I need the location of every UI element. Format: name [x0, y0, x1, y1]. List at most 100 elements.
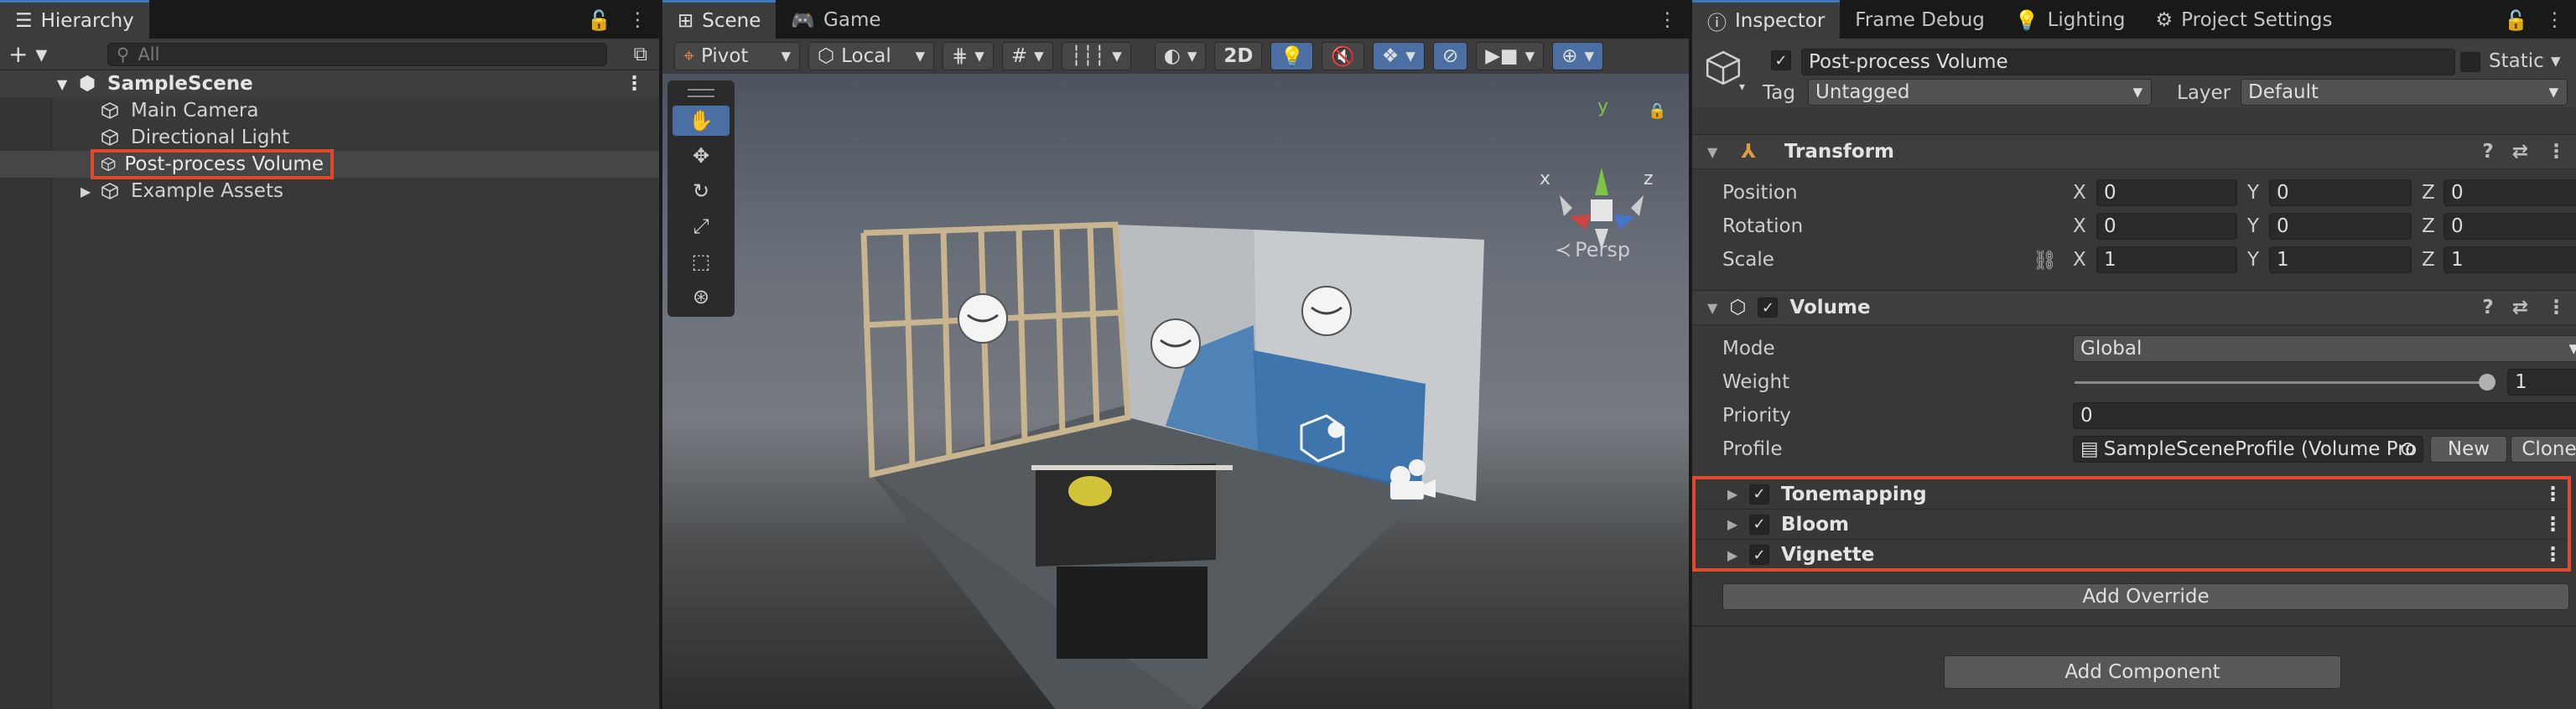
weight-slider-track[interactable] [2075, 381, 2489, 384]
more-menu-icon[interactable]: ⋮ [1658, 9, 1677, 31]
weight-slider-handle[interactable] [2479, 374, 2496, 391]
collapse-arrow-icon[interactable]: ▼ [57, 76, 67, 92]
tab-scene[interactable]: ⊞ Scene [662, 0, 776, 39]
hierarchy-toolbar: + ▾ ⚲ All ⧉ [0, 39, 659, 70]
add-override-button[interactable]: Add Override [1722, 583, 2569, 610]
add-component-button[interactable]: Add Component [1944, 655, 2341, 689]
tonemapping-checkbox[interactable]: ✓ [1749, 484, 1769, 505]
ruler-icon: ┆┆┆ [1070, 45, 1106, 67]
mode-dropdown[interactable]: Global ▾ [2073, 335, 2576, 362]
increment-snap-button[interactable]: ┆┆┆ ▾ [1061, 42, 1131, 70]
scene-root[interactable]: ▼ ⬢ SampleScene ⋮ [0, 70, 659, 97]
camera-settings-button[interactable]: ▶■ ▾ [1476, 42, 1545, 70]
override-tonemapping[interactable]: ▶ ✓ Tonemapping ⋮ [1696, 479, 2568, 510]
more-menu-icon[interactable]: ⋮ [2545, 9, 2564, 31]
layer-dropdown[interactable]: Default ▾ [2241, 79, 2568, 106]
chevron-down-icon[interactable]: ▾ [2551, 50, 2561, 72]
scale-x-field[interactable]: 1 [2096, 246, 2237, 273]
expand-arrow-icon[interactable]: ▶ [80, 184, 91, 199]
help-icon[interactable]: ? [2482, 141, 2493, 163]
gameobject-cube-icon [101, 129, 118, 146]
new-profile-button[interactable]: New [2430, 436, 2507, 463]
expand-arrow-icon[interactable]: ▶ [1727, 486, 1737, 502]
lock-icon[interactable]: 🔓 [587, 9, 611, 32]
gizmos-button[interactable]: ⊕ ▾ [1552, 42, 1604, 70]
pivot-dropdown[interactable]: ⌖ Pivot ▾ [674, 42, 800, 70]
tab-lighting[interactable]: 💡 Lighting [2000, 2, 2141, 39]
chevron-down-icon: ▾ [1112, 45, 1122, 67]
tab-hierarchy[interactable]: ☰ Hierarchy [0, 0, 149, 39]
globe-icon: ⊕ [1561, 45, 1578, 67]
grid-snapping-button[interactable]: ⋕ ▾ [943, 42, 994, 70]
lock-icon[interactable]: 🔓 [2504, 9, 2528, 32]
vignette-checkbox[interactable]: ✓ [1749, 545, 1769, 565]
static-checkbox[interactable] [2460, 52, 2480, 72]
expand-arrow-icon[interactable]: ▶ [1727, 547, 1737, 563]
lock-icon[interactable]: 🔒 [1648, 102, 1666, 120]
link-icon[interactable]: ⛓ [2033, 249, 2057, 272]
rotation-x-field[interactable]: 0 [2096, 213, 2237, 240]
tag-dropdown[interactable]: Untagged ▾ [1808, 79, 2152, 106]
more-menu-icon[interactable]: ⋮ [2543, 484, 2563, 505]
more-menu-icon[interactable]: ⋮ [2543, 544, 2563, 566]
position-z-field[interactable]: 0 [2444, 179, 2576, 206]
volume-enabled-checkbox[interactable]: ✓ [1758, 298, 1779, 318]
weight-field[interactable]: 1 [2507, 369, 2576, 396]
more-menu-icon[interactable]: ⋮ [628, 9, 647, 31]
more-menu-icon[interactable]: ⋮ [2547, 297, 2566, 318]
rotation-y-field[interactable]: 0 [2269, 213, 2412, 240]
preset-icon[interactable]: ⇄ [2512, 141, 2528, 163]
priority-field[interactable]: 0 [2073, 402, 2576, 429]
draw-mode-button[interactable]: ◐ ▾ [1154, 42, 1207, 70]
chevron-down-icon: ▾ [1034, 45, 1044, 67]
add-button[interactable]: + ▾ [8, 40, 47, 68]
clone-profile-button[interactable]: Clone [2511, 436, 2576, 463]
lightbulb-icon: 💡 [1280, 45, 1305, 68]
effects-button[interactable]: ❖ ▾ [1372, 42, 1425, 70]
position-y-field[interactable]: 0 [2269, 179, 2412, 206]
chevron-down-icon[interactable]: ▾ [1739, 80, 1745, 94]
projection-toggle[interactable]: ≺ Persp [1555, 238, 1630, 261]
mode-2d-button[interactable]: 2D [1214, 42, 1263, 70]
tab-inspector[interactable]: ⓘ Inspector [1692, 0, 1841, 39]
hidden-objects-button[interactable]: ⊘ [1432, 42, 1468, 70]
tab-project-settings[interactable]: ⚙ Project Settings [2141, 2, 2348, 39]
scale-y-field[interactable]: 1 [2269, 246, 2412, 273]
static-label: Static [2489, 50, 2544, 72]
tab-frame-debug[interactable]: Frame Debug [1840, 2, 2000, 39]
active-checkbox[interactable]: ✓ [1771, 50, 1791, 70]
tab-game[interactable]: 🎮 Game [776, 2, 896, 39]
preset-icon[interactable]: ⇄ [2512, 297, 2528, 318]
object-name-field[interactable]: Post-process Volume [1801, 49, 2455, 75]
rotation-z-field[interactable]: 0 [2444, 213, 2576, 240]
audio-toggle-button[interactable]: 🔇 [1322, 42, 1364, 70]
volume-header[interactable]: ▼ ⬡ ✓ Volume ? ⇄ ⋮ [1692, 290, 2576, 325]
override-bloom[interactable]: ▶ ✓ Bloom ⋮ [1696, 510, 2568, 540]
scene-viewport[interactable]: ✋ ✥ ↻ ⤢ ⬚ ⊛ y x z 🔒 ≺ Persp [662, 74, 1689, 709]
profile-field[interactable]: ▤ SampleSceneProfile (Volume Pro ⊙ [2073, 436, 2423, 463]
axis-gizmo[interactable]: y x z [1540, 96, 1654, 250]
list-item-main-camera[interactable]: Main Camera [0, 97, 659, 124]
list-item-post-process-volume[interactable]: Post-process Volume [0, 149, 659, 179]
space-dropdown[interactable]: ⬡ Local ▾ [808, 42, 934, 70]
hierarchy-search[interactable]: ⚲ All [107, 43, 607, 66]
more-menu-icon[interactable]: ⋮ [2547, 141, 2566, 163]
more-menu-icon[interactable]: ⋮ [2543, 514, 2563, 536]
lighting-toggle-button[interactable]: 💡 [1270, 42, 1314, 70]
chevron-down-icon: ▾ [915, 45, 925, 67]
scene-menu-icon[interactable]: ⋮ [625, 73, 644, 95]
override-vignette[interactable]: ▶ ✓ Vignette ⋮ [1696, 540, 2568, 570]
profile-row: Profile ▤ SampleSceneProfile (Volume Pro… [1722, 434, 2576, 464]
scale-z-field[interactable]: 1 [2444, 246, 2576, 273]
list-item-directional-light[interactable]: Directional Light [0, 124, 659, 151]
grid-toggle-button[interactable]: # ▾ [1001, 42, 1053, 70]
bloom-checkbox[interactable]: ✓ [1749, 514, 1769, 535]
position-x-field[interactable]: 0 [2096, 179, 2237, 206]
transform-header[interactable]: ▼ ⅄ Transform ? ⇄ ⋮ [1692, 134, 2576, 169]
search-input[interactable]: All [138, 44, 159, 65]
object-picker-icon[interactable]: ⊙ [2400, 438, 2416, 460]
list-item-example-assets[interactable]: ▶ Example Assets [0, 178, 659, 204]
expand-arrow-icon[interactable]: ▶ [1727, 516, 1737, 532]
scene-visibility-icon[interactable]: ⧉ [634, 44, 647, 65]
help-icon[interactable]: ? [2482, 297, 2493, 318]
